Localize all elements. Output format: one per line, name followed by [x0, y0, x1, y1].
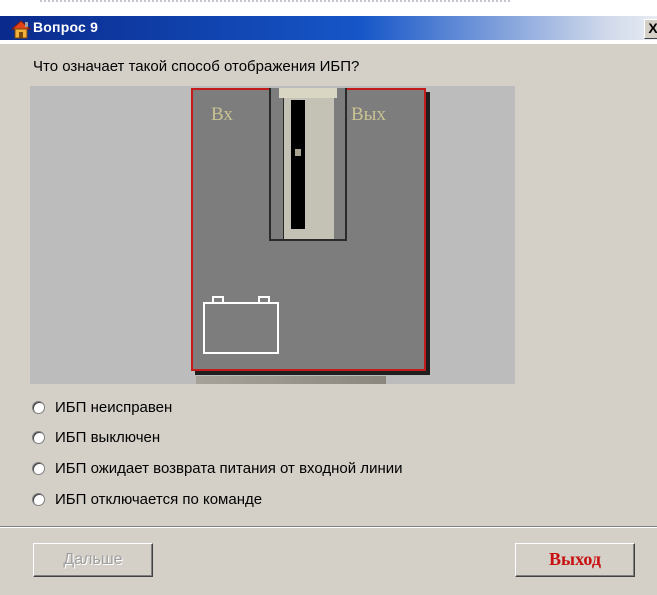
option-label: ИБП неисправен — [55, 398, 173, 416]
question-text: Что означает такой способ отображения ИБ… — [33, 58, 360, 75]
indicator-marker — [295, 149, 301, 156]
input-label: Вх — [211, 104, 233, 125]
option-4[interactable]: ИБП отключается по команде — [32, 488, 262, 510]
radio-button[interactable] — [32, 430, 45, 444]
radio-button[interactable] — [32, 492, 45, 506]
divider — [0, 526, 657, 528]
background-window-edge — [40, 0, 510, 12]
battery-icon — [203, 296, 279, 354]
window-title: Вопрос 9 — [33, 19, 99, 35]
indicator-cap — [279, 88, 337, 98]
title-bar: Вопрос 9 X — [0, 0, 657, 44]
option-3[interactable]: ИБП ожидает возврата питания от входной … — [32, 457, 402, 479]
exit-button[interactable]: Выход — [515, 543, 635, 577]
battery-terminal-right — [258, 296, 270, 303]
ups-panel: Вх Вых — [191, 88, 426, 371]
image-shadow — [196, 376, 386, 384]
close-icon: X — [648, 20, 657, 36]
option-1[interactable]: ИБП неисправен — [32, 396, 172, 418]
indicator-bar — [291, 100, 305, 229]
battery-terminal-left — [212, 296, 224, 303]
option-2[interactable]: ИБП выключен — [32, 426, 160, 448]
next-button[interactable]: Дальше — [33, 543, 153, 577]
ups-display-image: Вх Вых — [30, 86, 515, 384]
radio-button[interactable] — [32, 461, 45, 475]
title-bar-band[interactable] — [0, 16, 657, 40]
close-button[interactable]: X — [644, 19, 657, 39]
option-label: ИБП выключен — [55, 428, 161, 446]
power-indicator — [269, 88, 347, 241]
house-icon — [10, 19, 32, 39]
output-label: Вых — [351, 104, 386, 125]
option-label: ИБП ожидает возврата питания от входной … — [55, 459, 403, 477]
radio-button[interactable] — [32, 400, 45, 414]
option-label: ИБП отключается по команде — [55, 490, 263, 508]
